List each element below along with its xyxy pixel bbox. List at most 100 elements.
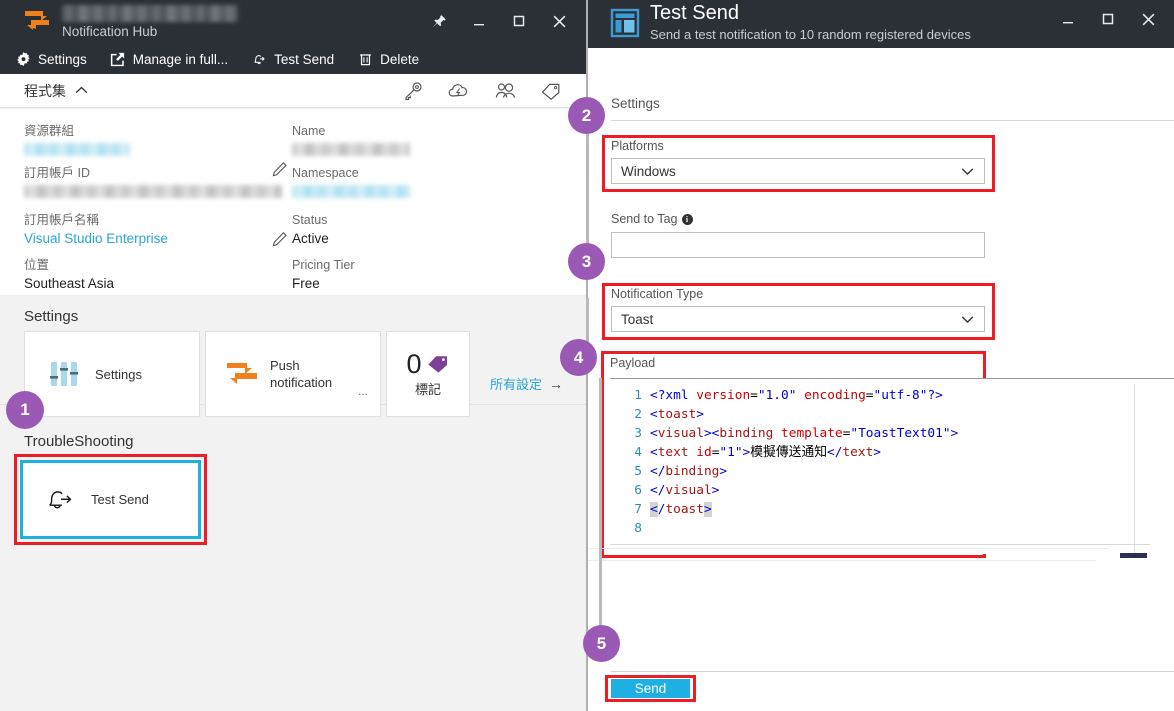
tile-settings-label: Settings bbox=[95, 366, 142, 382]
property-pricing-tier: Pricing Tier Free bbox=[292, 257, 532, 293]
tile-settings[interactable]: Settings bbox=[24, 331, 200, 417]
platforms-value: Windows bbox=[621, 163, 676, 179]
payload-token: "ToastText01" bbox=[850, 426, 951, 441]
info-icon[interactable]: i bbox=[681, 214, 693, 225]
platforms-select[interactable]: Windows bbox=[611, 158, 985, 184]
arrow-right-icon: → bbox=[549, 375, 563, 392]
payload-token: > bbox=[696, 407, 704, 422]
property-label: Namespace bbox=[292, 166, 359, 180]
toolbar-delete-label: Delete bbox=[380, 51, 420, 67]
send-button[interactable]: Send bbox=[611, 679, 690, 698]
minimize-button[interactable] bbox=[1048, 4, 1088, 34]
payload-line[interactable]: </toast> bbox=[650, 500, 712, 519]
property-label: 訂用帳戶名稱 bbox=[24, 213, 100, 227]
blade-icon bbox=[610, 8, 640, 38]
payload-token: "1" bbox=[719, 445, 743, 460]
payload-vertical-guide bbox=[1134, 384, 1135, 556]
property-label: 訂用帳戶 ID bbox=[24, 166, 90, 180]
troubleshooting-section-title: TroubleShooting bbox=[24, 433, 134, 450]
payload-edge-rule bbox=[588, 548, 1108, 549]
property-status: Status Active bbox=[292, 212, 532, 248]
essentials-title: 程式集 bbox=[24, 82, 66, 99]
blade-title: Test Send bbox=[650, 2, 739, 24]
property-value-link[interactable]: Visual Studio Enterprise bbox=[24, 229, 292, 248]
pencil-icon[interactable] bbox=[272, 231, 288, 247]
tile-test-send[interactable]: Test Send bbox=[20, 460, 201, 539]
payload-line[interactable]: <visual><binding template="ToastText01"> bbox=[650, 424, 958, 443]
toolbar-manage-button[interactable]: Manage in full... bbox=[109, 44, 228, 74]
notification-hub-window: Notification Hub Settings Manage in full… bbox=[0, 0, 587, 711]
property-label: Name bbox=[292, 124, 326, 138]
property-label: 位置 bbox=[24, 258, 50, 272]
toolbar-test-send-button[interactable]: Test Send bbox=[250, 44, 334, 74]
notification-type-label: Notification Type bbox=[611, 287, 704, 301]
tile-push-notification[interactable]: Push notification ... bbox=[205, 331, 381, 417]
payload-token: "utf-8" bbox=[873, 388, 928, 403]
payload-token: >< bbox=[703, 426, 720, 441]
payload-editor[interactable]: 1 <?xml version="1.0" encoding="utf-8"?> 2… bbox=[610, 378, 1174, 554]
properties-column-left: 資源群組 訂用帳戶 ID 訂用帳戶名稱 Visual Studio Enterp… bbox=[24, 123, 292, 302]
properties-column-right: Name Namespace Status Active Pricing Tie… bbox=[292, 123, 532, 302]
pin-button[interactable] bbox=[419, 6, 459, 36]
payload-token: < bbox=[650, 426, 658, 441]
payload-line-number: 1 bbox=[634, 388, 642, 403]
property-label: 資源群組 bbox=[24, 124, 75, 138]
cloud-lightning-icon[interactable] bbox=[447, 80, 471, 102]
blade-window-controls bbox=[1048, 4, 1168, 34]
tile-tags[interactable]: 0 標記 bbox=[386, 331, 470, 417]
key-icon[interactable] bbox=[401, 80, 425, 102]
payload-token: visual bbox=[657, 426, 704, 441]
push-notification-icon bbox=[224, 359, 260, 389]
payload-line[interactable]: <toast> bbox=[650, 405, 704, 424]
payload-line[interactable]: </visual> bbox=[650, 481, 719, 500]
maximize-button[interactable] bbox=[499, 6, 539, 36]
maximize-button[interactable] bbox=[1088, 4, 1128, 34]
payload-line[interactable]: </binding> bbox=[650, 462, 727, 481]
users-icon[interactable] bbox=[493, 80, 517, 102]
window-controls bbox=[419, 6, 579, 36]
property-namespace: Namespace bbox=[292, 165, 532, 198]
tile-push-notification-label: Push notification bbox=[270, 357, 332, 391]
payload-token: ?> bbox=[927, 388, 943, 403]
payload-token: toast bbox=[665, 502, 704, 517]
tag-icon[interactable] bbox=[539, 80, 563, 102]
window-titlebar: Notification Hub bbox=[0, 0, 587, 44]
payload-token: visual bbox=[665, 483, 712, 498]
step-badge-5: 5 bbox=[583, 625, 620, 662]
blade-body: Settings Platforms Windows Send to Tag i … bbox=[588, 48, 1174, 711]
blade-settings-divider bbox=[611, 120, 1174, 121]
chevron-up-icon[interactable] bbox=[75, 86, 88, 95]
pencil-icon[interactable] bbox=[272, 161, 288, 177]
payload-token: </ bbox=[650, 483, 666, 498]
chevron-down-icon[interactable] bbox=[961, 315, 974, 324]
payload-line[interactable]: <?xml version="1.0" encoding="utf-8"?> bbox=[650, 386, 943, 405]
property-name: Name bbox=[292, 123, 532, 156]
chevron-down-icon[interactable] bbox=[961, 167, 974, 176]
payload-scroll-thumb[interactable] bbox=[1120, 553, 1147, 558]
payload-token: = bbox=[865, 388, 874, 403]
send-to-tag-input[interactable] bbox=[611, 232, 985, 258]
property-label: Status bbox=[292, 213, 328, 227]
payload-top-rule bbox=[610, 378, 1174, 379]
window-subtitle: Notification Hub bbox=[62, 24, 158, 39]
step-badge-2: 2 bbox=[568, 97, 605, 134]
payload-line[interactable]: <text id="1">模擬傳送通知</text> bbox=[650, 443, 881, 462]
property-value: Southeast Asia bbox=[24, 276, 115, 291]
toolbar-settings-button[interactable]: Settings bbox=[14, 44, 87, 74]
property-location: 位置 Southeast Asia bbox=[24, 257, 292, 293]
close-button[interactable] bbox=[539, 6, 579, 36]
external-link-icon bbox=[109, 50, 127, 68]
payload-line-number: 6 bbox=[634, 483, 642, 498]
payload-token: 模擬傳送通知 bbox=[750, 445, 828, 460]
toolbar-settings-label: Settings bbox=[38, 51, 87, 67]
send-to-tag-label: Send to Tag i bbox=[611, 212, 693, 226]
notification-type-select[interactable]: Toast bbox=[611, 306, 985, 332]
essentials-header[interactable]: 程式集 bbox=[0, 74, 587, 108]
send-divider bbox=[611, 671, 1174, 672]
all-settings-label: 所有設定 bbox=[489, 377, 542, 392]
close-button[interactable] bbox=[1128, 4, 1168, 34]
toolbar-delete-button[interactable]: Delete bbox=[356, 44, 419, 74]
all-settings-link[interactable]: 所有設定 → bbox=[490, 374, 563, 393]
minimize-button[interactable] bbox=[459, 6, 499, 36]
blade-header: Test Send Send a test notification to 10… bbox=[588, 0, 1174, 48]
